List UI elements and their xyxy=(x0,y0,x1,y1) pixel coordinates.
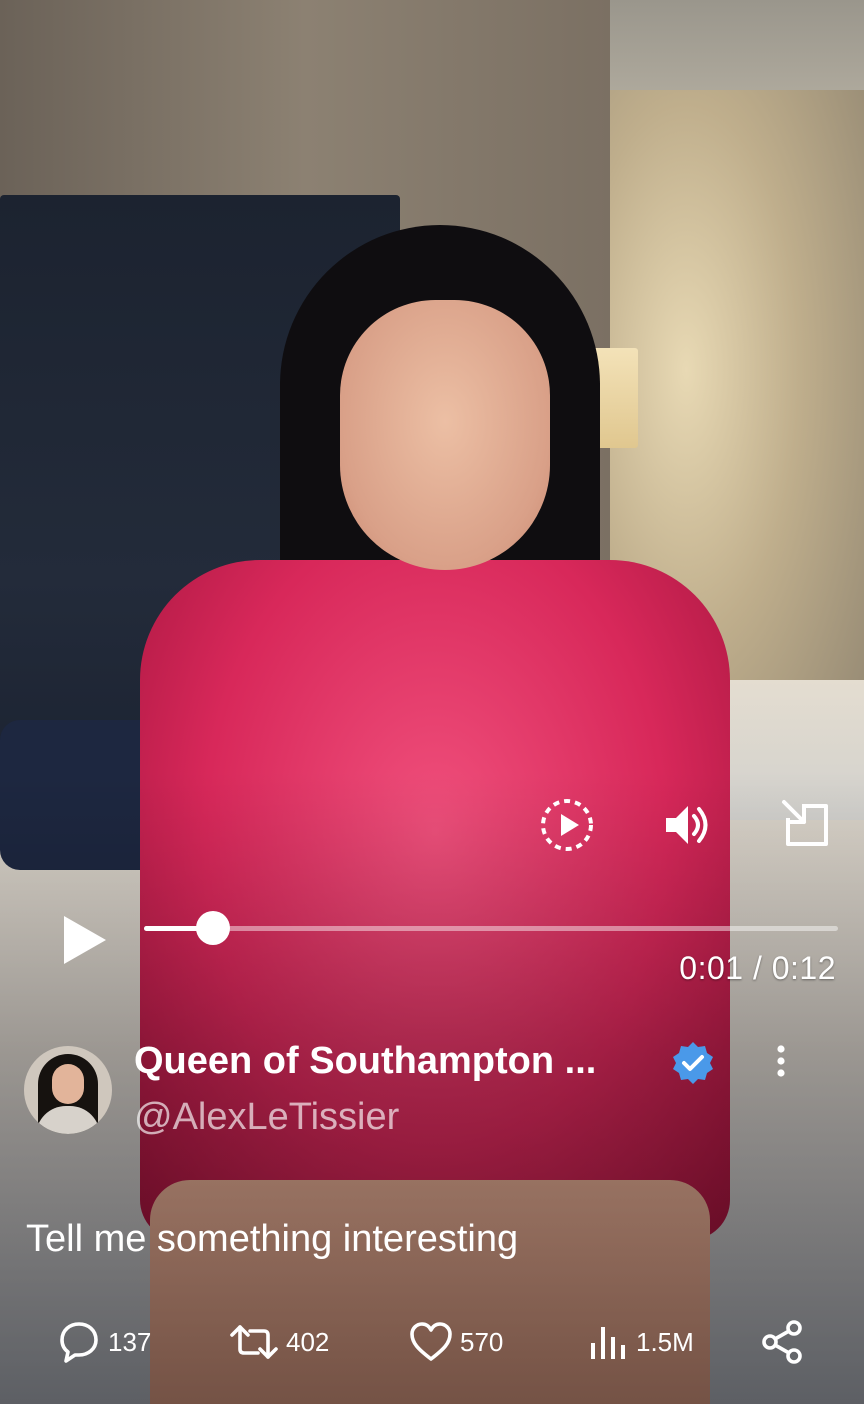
repost-icon xyxy=(230,1325,278,1359)
reply-count: 137 xyxy=(108,1326,152,1357)
reply-icon xyxy=(60,1322,98,1363)
share-button[interactable] xyxy=(758,1312,806,1372)
time-separator: / xyxy=(743,950,772,986)
minimize-icon[interactable] xyxy=(778,796,834,852)
time-current: 0:01 xyxy=(679,950,744,986)
reply-button[interactable]: 137 xyxy=(56,1312,151,1372)
video-time-readout: 0:01 / 0:12 xyxy=(679,950,836,987)
share-icon xyxy=(762,1320,802,1364)
author-display-name[interactable]: Queen of Southampton ... xyxy=(134,1040,596,1083)
replay-icon[interactable] xyxy=(538,796,596,854)
repost-button[interactable]: 402 xyxy=(228,1312,329,1372)
avatar[interactable] xyxy=(24,1046,112,1134)
author-row: Queen of Southampton ... @AlexLeTissier xyxy=(24,1040,840,1140)
video-frame[interactable] xyxy=(0,0,864,1404)
time-total: 0:12 xyxy=(771,950,836,986)
views-count: 1.5M xyxy=(636,1326,694,1357)
volume-icon[interactable] xyxy=(660,798,714,852)
verified-badge-icon xyxy=(670,1040,716,1091)
more-vertical-icon[interactable] xyxy=(766,1042,796,1082)
tweet-text: Tell me something interesting xyxy=(26,1218,519,1260)
like-button[interactable]: 570 xyxy=(408,1312,503,1372)
like-count: 570 xyxy=(460,1326,504,1357)
author-handle[interactable]: @AlexLeTissier xyxy=(134,1096,399,1139)
views-button[interactable]: 1.5M xyxy=(586,1312,694,1372)
tweet-action-bar: 137 402 570 1.5M xyxy=(0,1312,864,1372)
repost-count: 402 xyxy=(286,1326,330,1357)
heart-icon xyxy=(410,1322,452,1361)
play-button[interactable] xyxy=(60,912,110,968)
views-icon xyxy=(591,1327,625,1359)
play-icon xyxy=(64,916,106,964)
video-bottom-gradient xyxy=(0,0,864,1404)
video-progress-bar[interactable] xyxy=(144,911,838,945)
